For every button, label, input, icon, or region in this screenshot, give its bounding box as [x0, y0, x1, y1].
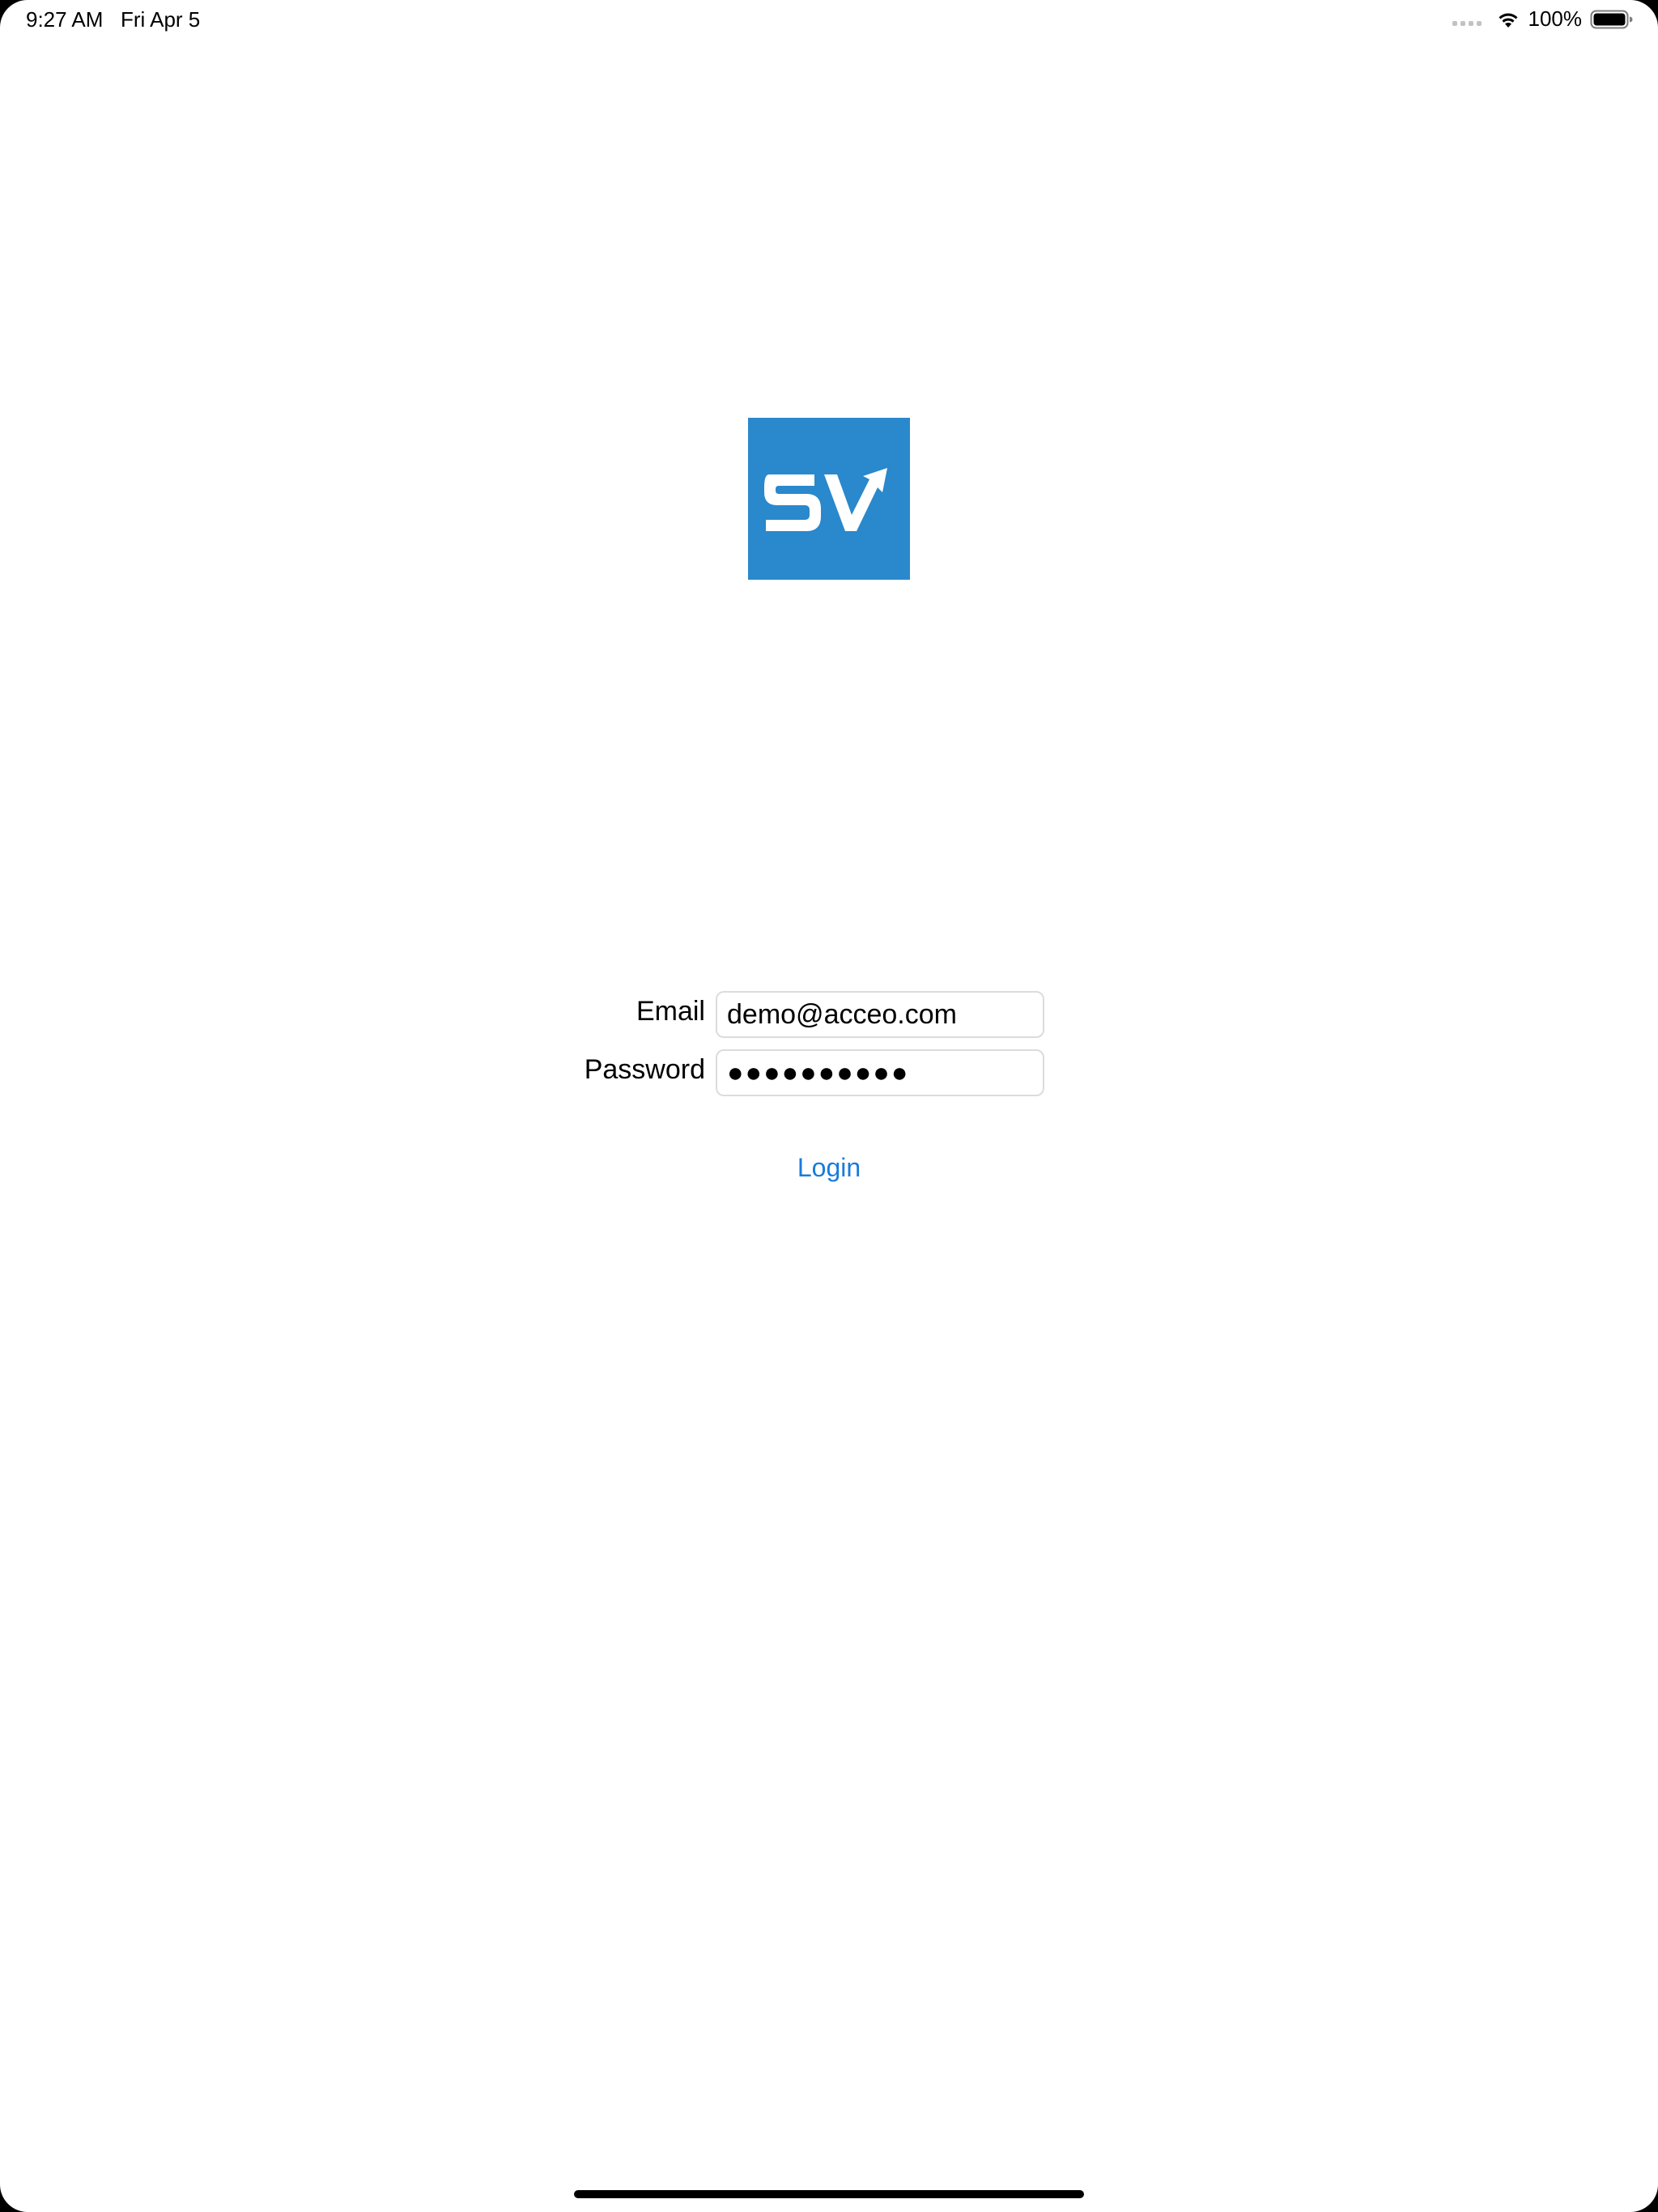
- password-label: Password: [584, 1054, 705, 1085]
- battery-percent: 100%: [1528, 6, 1583, 31]
- password-field-value: ●●●●●●●●●●: [727, 1057, 910, 1088]
- password-field[interactable]: ●●●●●●●●●●: [716, 1049, 1044, 1096]
- email-field-value: demo@acceo.com: [727, 998, 957, 1030]
- cellular-signal-icon: [1452, 20, 1482, 26]
- email-field[interactable]: demo@acceo.com: [716, 991, 1044, 1038]
- login-button[interactable]: Login: [708, 1153, 950, 1183]
- wifi-icon: [1499, 13, 1517, 28]
- status-date: Fri Apr 5: [121, 7, 201, 32]
- status-bar: 9:27 AM Fri Apr 5 100%: [0, 0, 1658, 39]
- app-logo: [748, 418, 910, 580]
- status-time: 9:27 AM: [26, 7, 104, 32]
- email-label: Email: [636, 996, 705, 1027]
- status-indicators: 100%: [1452, 6, 1635, 32]
- battery-full-icon: [1590, 10, 1633, 28]
- login-screen: 9:27 AM Fri Apr 5 100% Email demo@acceo.…: [0, 0, 1658, 2212]
- home-indicator[interactable]: [574, 2190, 1084, 2198]
